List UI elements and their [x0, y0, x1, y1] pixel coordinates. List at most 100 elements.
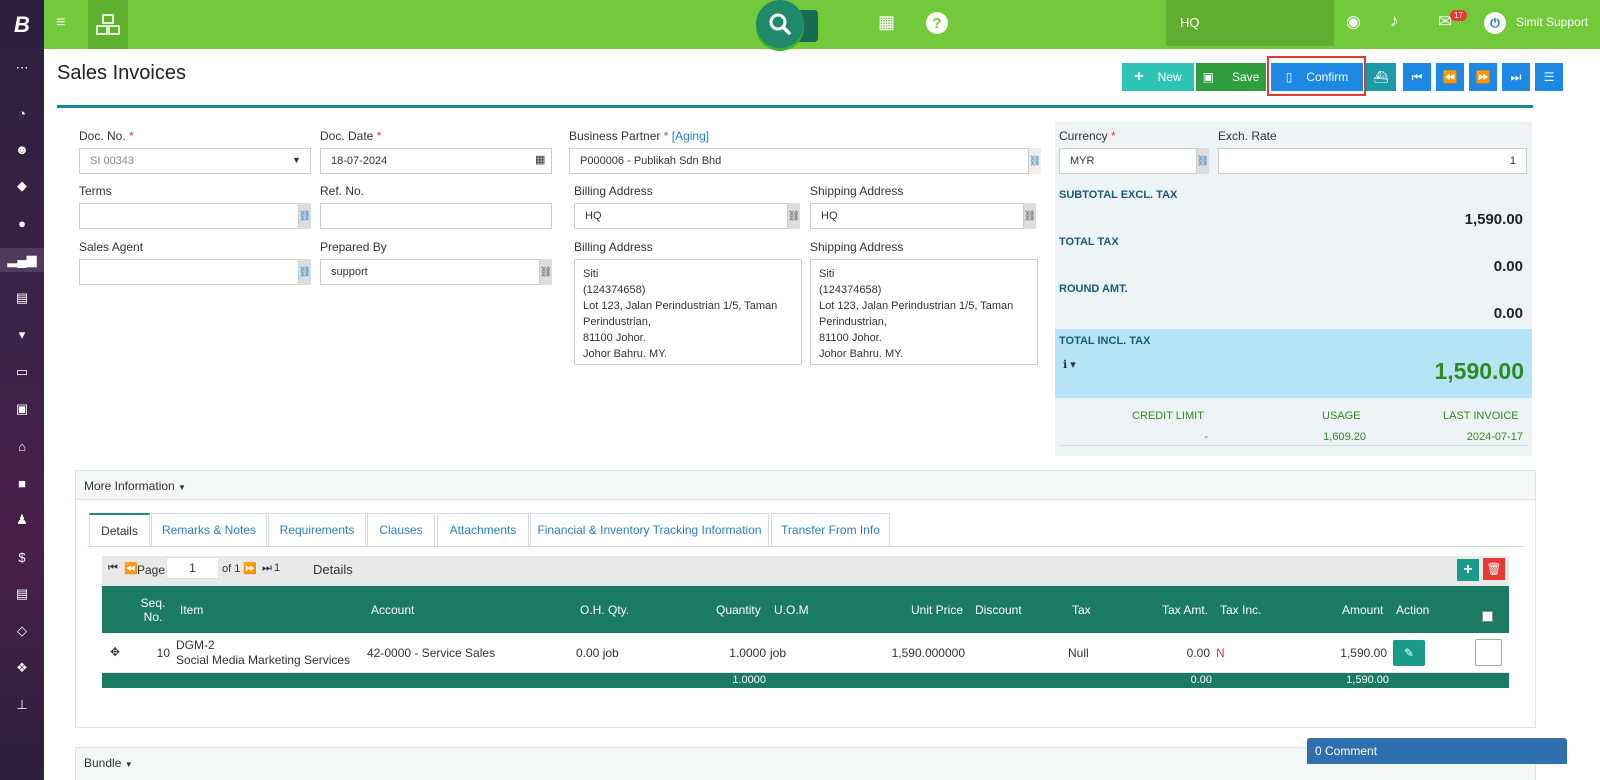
row-item-name: Social Media Marketing Services	[176, 653, 351, 667]
last-record-button[interactable]: ⏭	[1502, 63, 1530, 91]
calendar-icon[interactable]: ▦	[535, 153, 545, 166]
pencil-icon: ✎	[1403, 646, 1415, 660]
location-selector[interactable]: HQ	[1166, 0, 1334, 46]
user-name[interactable]: Simit Support	[1516, 15, 1588, 29]
trash-icon: 🗑	[1486, 562, 1502, 576]
last-page-icon[interactable]: ⏭	[262, 562, 272, 575]
store-icon[interactable]: ▦	[878, 12, 895, 33]
tab-remarks-notes[interactable]: Remarks & Notes	[151, 513, 267, 546]
more-information-title: More Information	[84, 479, 175, 493]
tab-attachments[interactable]: Attachments	[437, 513, 529, 546]
shipping-address-label: Shipping Address	[810, 184, 904, 198]
tabs-divider	[89, 546, 1525, 547]
edit-row-button[interactable]: ✎	[1393, 640, 1425, 666]
select-all-checkbox[interactable]	[1482, 611, 1493, 622]
bell-icon[interactable]: ♪	[1390, 11, 1399, 31]
signal-icon[interactable]: ▂▄▆	[0, 248, 44, 272]
add-row-button[interactable]: +	[1457, 559, 1479, 581]
doc-no-field[interactable]: SI 00343	[79, 148, 311, 174]
tab-clauses[interactable]: Clauses	[367, 513, 435, 546]
power-icon[interactable]: ⏻	[1484, 12, 1506, 34]
hamburger-menu-icon[interactable]: ≡	[56, 14, 65, 32]
dollar-icon[interactable]: $	[0, 545, 44, 569]
row-oh-qty[interactable]: 0.00 job	[576, 646, 619, 660]
users-icon[interactable]: ☻	[0, 137, 44, 161]
prepared-link-icon[interactable]: ⛓	[540, 259, 552, 285]
business-partner-field[interactable]: P000006 - Publikah Sdn Bhd	[569, 148, 1029, 174]
info-dropdown-icon[interactable]: ℹ ▾	[1063, 358, 1076, 371]
terms-field[interactable]	[79, 203, 299, 229]
row-amount: 1,590.00	[1340, 646, 1387, 660]
globe-icon[interactable]: ◉	[1346, 12, 1361, 32]
bank-icon[interactable]: ⌂	[0, 434, 44, 458]
tab-details[interactable]: Details	[89, 513, 150, 547]
doc-date-field[interactable]: 18-07-2024	[320, 148, 552, 174]
document-icon: ▯	[1285, 70, 1293, 84]
shipping-link-icon[interactable]: ⛓	[1024, 203, 1036, 229]
tab-financial-inventory[interactable]: Financial & Inventory Tracking Informati…	[530, 513, 769, 546]
briefcase-icon[interactable]: ■	[0, 471, 44, 495]
circle-icon[interactable]: ●	[0, 211, 44, 235]
search-icon[interactable]	[756, 0, 804, 48]
link-icon[interactable]: ⛓	[1029, 148, 1041, 174]
more-information-toggle[interactable]: More Information ▼	[76, 471, 1535, 500]
terms-link-icon[interactable]: ⛓	[299, 203, 311, 229]
total-tax-amt: 0.00	[1190, 674, 1212, 686]
col-unit-price: Unit Price	[911, 603, 964, 617]
billing-address-field[interactable]: HQ	[574, 203, 788, 229]
first-record-button[interactable]: ⏮	[1403, 63, 1431, 91]
row-tax: Null	[1068, 646, 1089, 660]
help-icon[interactable]: ?	[926, 12, 948, 34]
billing-link-icon[interactable]: ⛓	[788, 203, 800, 229]
ship-icon: ⛴	[1373, 70, 1389, 84]
dots-icon[interactable]: ⋯	[0, 56, 44, 80]
sitemap-icon[interactable]: ⊥	[0, 693, 44, 717]
subtotal-label: SUBTOTAL EXCL. TAX	[1059, 189, 1178, 201]
row-checkbox[interactable]	[1475, 639, 1502, 666]
cubes-icon[interactable]: ❖	[0, 656, 44, 680]
id-card-icon[interactable]: ▤	[0, 582, 44, 606]
prev-page-icon[interactable]: ⏪	[124, 562, 138, 575]
exch-rate-field[interactable]: 1	[1218, 148, 1527, 174]
col-tax-amt: Tax Amt.	[1162, 603, 1209, 617]
list-view-button[interactable]: ☰	[1535, 63, 1563, 91]
tag-icon[interactable]: ◇	[0, 619, 44, 643]
row-item-code[interactable]: DGM-2	[176, 638, 215, 652]
aging-link[interactable]: [Aging]	[672, 129, 709, 143]
next-page-icon[interactable]: ⏩	[243, 562, 257, 575]
confirm-button[interactable]: ▯ Confirm	[1271, 63, 1363, 91]
col-amount: Amount	[1342, 603, 1384, 617]
currency-field[interactable]: MYR	[1059, 148, 1197, 174]
comments-bar[interactable]: 0 Comment	[1307, 738, 1567, 764]
caret-down-icon[interactable]: ▼	[292, 155, 301, 165]
drag-handle-icon[interactable]: ✥	[110, 645, 120, 659]
cubes-brand-icon[interactable]	[88, 0, 128, 49]
prepared-by-field[interactable]: support	[320, 259, 540, 285]
cart-icon[interactable]: ▾	[0, 323, 44, 347]
app-logo[interactable]: B	[0, 0, 44, 50]
ship-button[interactable]: ⛴	[1366, 63, 1396, 91]
new-button[interactable]: + New	[1122, 63, 1194, 91]
money-icon[interactable]: ▣	[0, 397, 44, 421]
tab-transfer-from-info[interactable]: Transfer From Info	[771, 513, 890, 546]
list-icon: ☰	[1543, 70, 1555, 84]
previous-record-button[interactable]: ⏪	[1436, 63, 1464, 91]
shipping-address-text[interactable]: Siti (124374658) Lot 123, Jalan Perindus…	[810, 259, 1038, 365]
tab-requirements[interactable]: Requirements	[268, 513, 366, 546]
person-icon[interactable]: ♟	[0, 508, 44, 532]
tags-icon[interactable]: ◆	[0, 174, 44, 198]
save-button[interactable]: ▣ Save	[1196, 63, 1266, 91]
dashboard-icon[interactable]: ◔	[0, 101, 44, 125]
page-number-input[interactable]: 1	[166, 557, 219, 579]
billing-address-text[interactable]: Siti (124374658) Lot 123, Jalan Perindus…	[574, 259, 802, 365]
inbox-icon[interactable]: ▭	[0, 360, 44, 384]
basket-icon[interactable]: ▤	[0, 286, 44, 310]
currency-link-icon[interactable]: ⛓	[1197, 148, 1209, 174]
delete-row-button[interactable]: 🗑	[1483, 558, 1505, 580]
first-page-icon[interactable]: ⏮	[108, 562, 118, 575]
shipping-address-field[interactable]: HQ	[810, 203, 1024, 229]
next-record-button[interactable]: ⏩	[1469, 63, 1497, 91]
sales-agent-field[interactable]	[79, 259, 299, 285]
agent-link-icon[interactable]: ⛓	[299, 259, 311, 285]
ref-no-field[interactable]	[320, 203, 552, 229]
